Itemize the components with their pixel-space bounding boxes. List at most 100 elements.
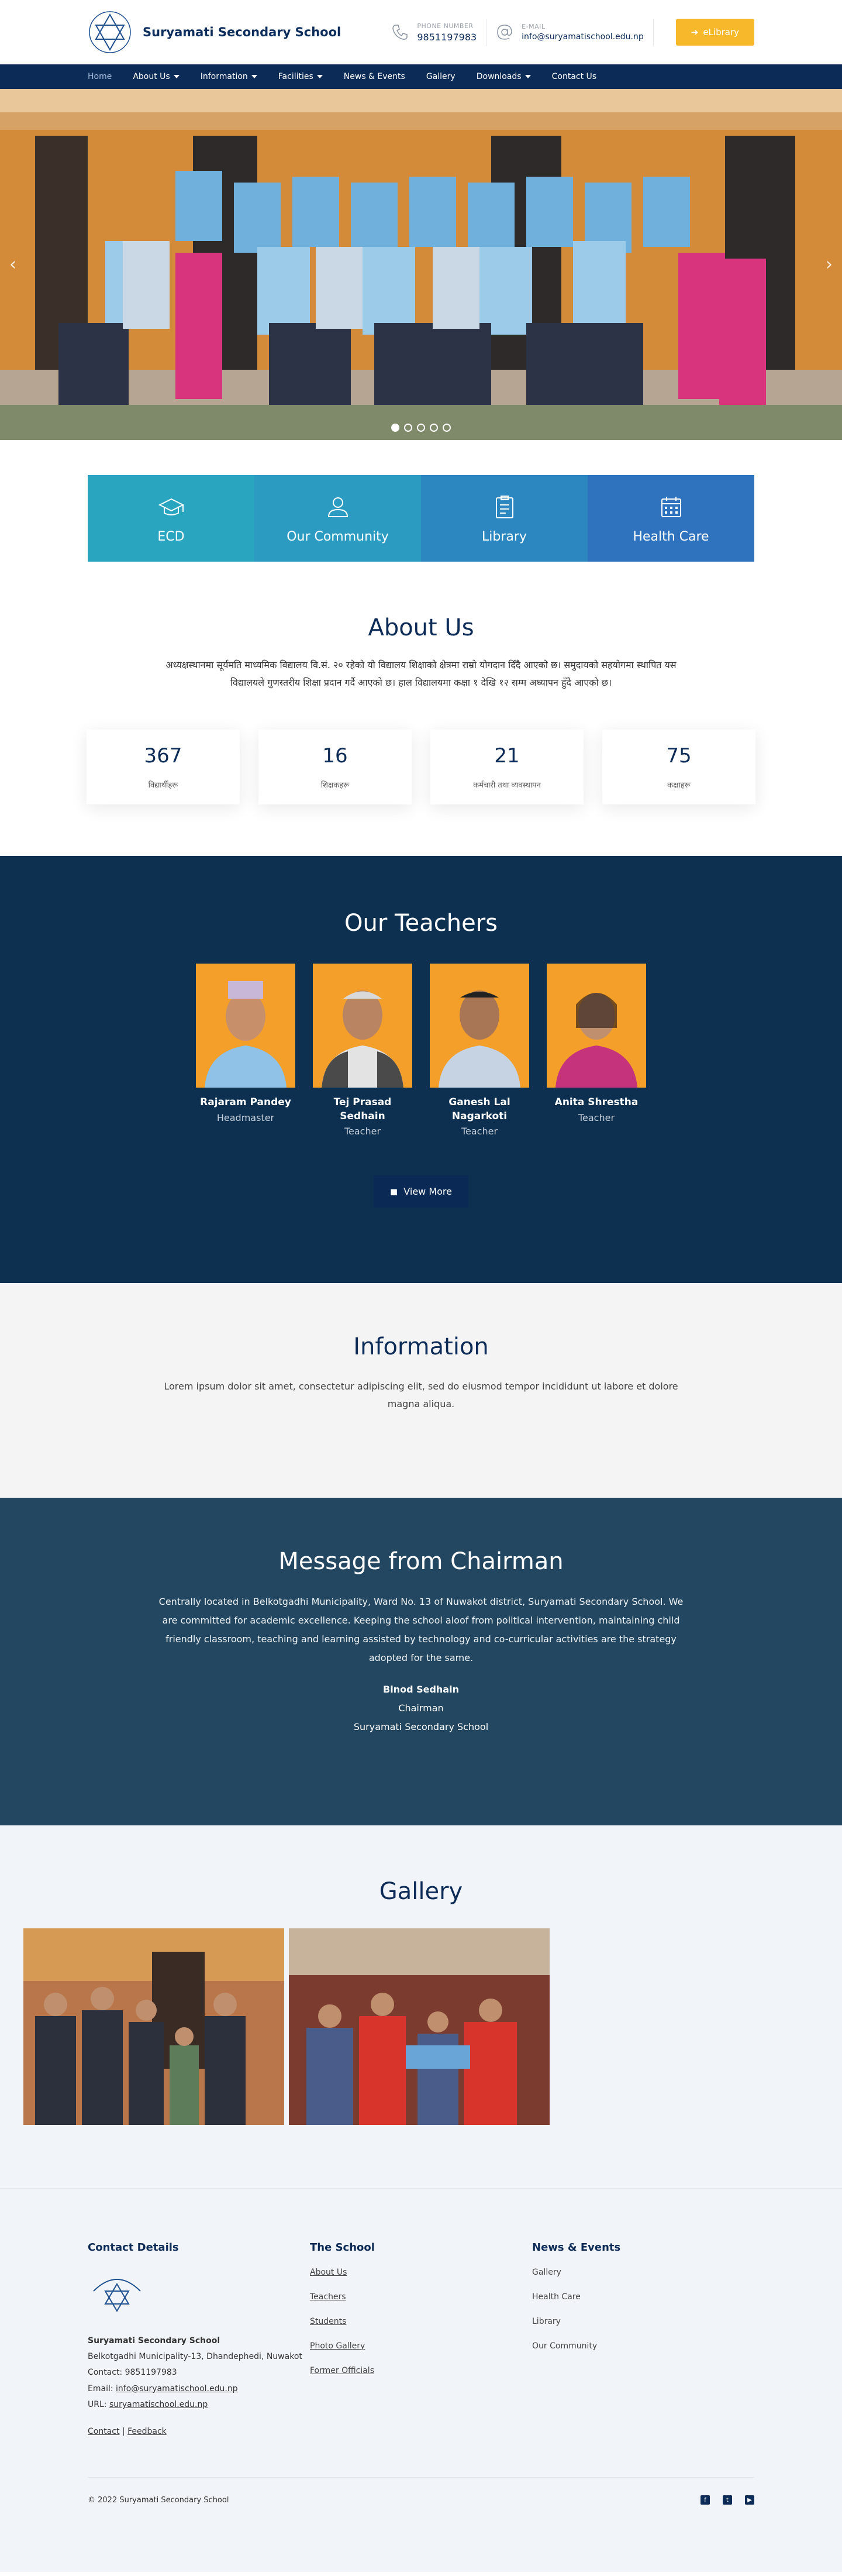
slider-dot[interactable] [430,424,438,432]
footer-link-health-care[interactable]: Health Care [532,2292,754,2302]
teacher-card[interactable]: Anita Shrestha Teacher [547,963,646,1137]
tile-label: Library [482,529,527,544]
community-icon [327,497,348,517]
nav-label: Gallery [426,72,455,81]
teacher-card[interactable]: Tej Prasad Sedhain Teacher [313,963,412,1137]
nav-contact-us[interactable]: Contact Us [541,64,607,89]
footer-news-title: News & Events [532,2241,621,2254]
footer-school-name: Suryamati Secondary School [88,2336,220,2345]
footer-link-library[interactable]: Library [532,2317,754,2326]
phone-box[interactable]: PHONE NUMBER 9851197983 [390,18,487,46]
nav-label: Home [88,72,112,81]
chairman-signature: Binod Sedhain Chairman Suryamati Seconda… [0,1680,842,1736]
slider-dot[interactable] [391,424,399,432]
footer-contact-number: Contact: 9851197983 [88,2368,177,2378]
footer-link-about-us[interactable]: About Us [310,2268,532,2277]
slider-dot[interactable] [404,424,412,432]
nav-gallery[interactable]: Gallery [416,64,466,89]
nav-label: Contact Us [551,72,597,81]
about-title: About Us [368,614,474,641]
teacher-role: Teacher [344,1126,381,1137]
slider-dot[interactable] [417,424,425,432]
footer-link-gallery[interactable]: Gallery [532,2268,754,2277]
information-section: Information Lorem ipsum dolor sit amet, … [0,1282,842,1498]
footer-link-teachers[interactable]: Teachers [310,2292,532,2302]
elibrary-button[interactable]: ➔ eLibrary [675,19,754,46]
hero-slider: ‹ › [0,89,842,440]
at-icon [497,25,512,40]
footer-link-students[interactable]: Students [310,2317,532,2326]
footer-school: The School About Us Teachers Students Ph… [310,2241,532,2436]
stat-label: कर्मचारी तथा व्यवस्थापन [473,780,541,790]
graduation-cap-icon [158,498,184,515]
chairman-section: Message from Chairman Centrally located … [0,1497,842,1825]
footer-link-photo-gallery[interactable]: Photo Gallery [310,2341,532,2351]
footer-email-prefix: Email: [88,2384,116,2393]
tile-label: ECD [157,529,185,544]
about-section: About Us अध्यक्षस्थानमा सूर्यमति माध्यमि… [0,562,842,856]
tile-health-care[interactable]: Health Care [588,475,754,562]
teacher-card[interactable]: Rajaram Pandey Headmaster [196,963,295,1137]
tile-label: Health Care [633,529,709,544]
slider-prev-button[interactable]: ‹ [9,254,16,275]
nav-news-events[interactable]: News & Events [333,64,416,89]
twitter-icon[interactable]: t [723,2495,732,2505]
chevron-down-icon [316,75,323,78]
nav-label: Information [200,72,248,81]
school-logo-icon [89,11,131,53]
feature-tiles: ECD Our Community Library Health Care [88,475,754,562]
stat-card: 16 शिक्षकहरू [258,729,412,804]
email-box[interactable]: E-MAIL info@suryamatischool.edu.np [495,19,654,46]
footer-contact: Contact Details Suryamati Secondary Scho… [88,2241,310,2436]
gallery-grid [0,1928,842,2125]
footer-url-link[interactable]: suryamatischool.edu.np [109,2400,208,2409]
chairman-org: Suryamati Secondary School [353,1721,489,1732]
stat-card: 367 विद्यार्थीहरू [87,729,240,804]
nav-label: Facilities [278,72,313,81]
school-name: Suryamati Secondary School [143,25,341,39]
footer-email-link[interactable]: info@suryamatischool.edu.np [116,2384,238,2393]
view-more-button[interactable]: ◼ View More [374,1175,468,1208]
tile-label: Our Community [287,529,389,544]
footer-feedback-link[interactable]: Feedback [127,2427,167,2436]
teacher-role: Teacher [578,1112,615,1123]
stat-number: 367 [144,744,182,768]
chairman-role: Chairman [398,1702,444,1714]
facebook-icon[interactable]: f [700,2495,710,2505]
footer-link-former-officials[interactable]: Former Officials [310,2366,532,2375]
nav-label: News & Events [343,72,405,81]
brand[interactable]: Suryamati Secondary School [88,10,341,54]
chairman-message: Centrally located in Belkotgadhi Municip… [158,1595,684,1663]
phone-icon [392,25,408,40]
slider-next-button[interactable]: › [826,254,833,275]
camera-icon: ◼ [390,1186,398,1198]
information-text: Lorem ipsum dolor sit amet, consectetur … [164,1380,678,1410]
gallery-image[interactable] [23,1928,284,2125]
footer-link-separator: | [119,2427,128,2437]
footer-contact-link[interactable]: Contact [88,2427,119,2436]
site-footer: Contact Details Suryamati Secondary Scho… [0,2188,842,2572]
nav-home[interactable]: Home [88,64,122,89]
chevron-down-icon [524,75,531,78]
footer-link-our-community[interactable]: Our Community [532,2341,754,2351]
tile-our-community[interactable]: Our Community [254,475,421,562]
school-logo-icon [93,2278,141,2312]
tile-ecd[interactable]: ECD [88,475,254,562]
nav-about-us[interactable]: About Us [122,64,189,89]
nav-facilities[interactable]: Facilities [268,64,333,89]
nav-information[interactable]: Information [190,64,268,89]
teacher-card[interactable]: Ganesh Lal Nagarkoti Teacher [430,963,529,1137]
footer-url-prefix: URL: [88,2399,109,2409]
tile-library[interactable]: Library [421,475,588,562]
stat-label: विद्यार्थीहरू [148,780,178,790]
footer-news: News & Events Gallery Health Care Librar… [532,2241,754,2436]
stat-label: कक्षाहरू [667,780,691,790]
gallery-title: Gallery [379,1877,463,1905]
stat-label: शिक्षकहरू [320,780,350,790]
nav-downloads[interactable]: Downloads [466,64,541,89]
gallery-image[interactable] [289,1928,550,2125]
stat-number: 16 [322,744,348,768]
stat-card: 21 कर्मचारी तथा व्यवस्थापन [430,729,584,804]
slider-dot[interactable] [443,424,451,432]
youtube-icon[interactable]: ▶ [745,2495,754,2505]
